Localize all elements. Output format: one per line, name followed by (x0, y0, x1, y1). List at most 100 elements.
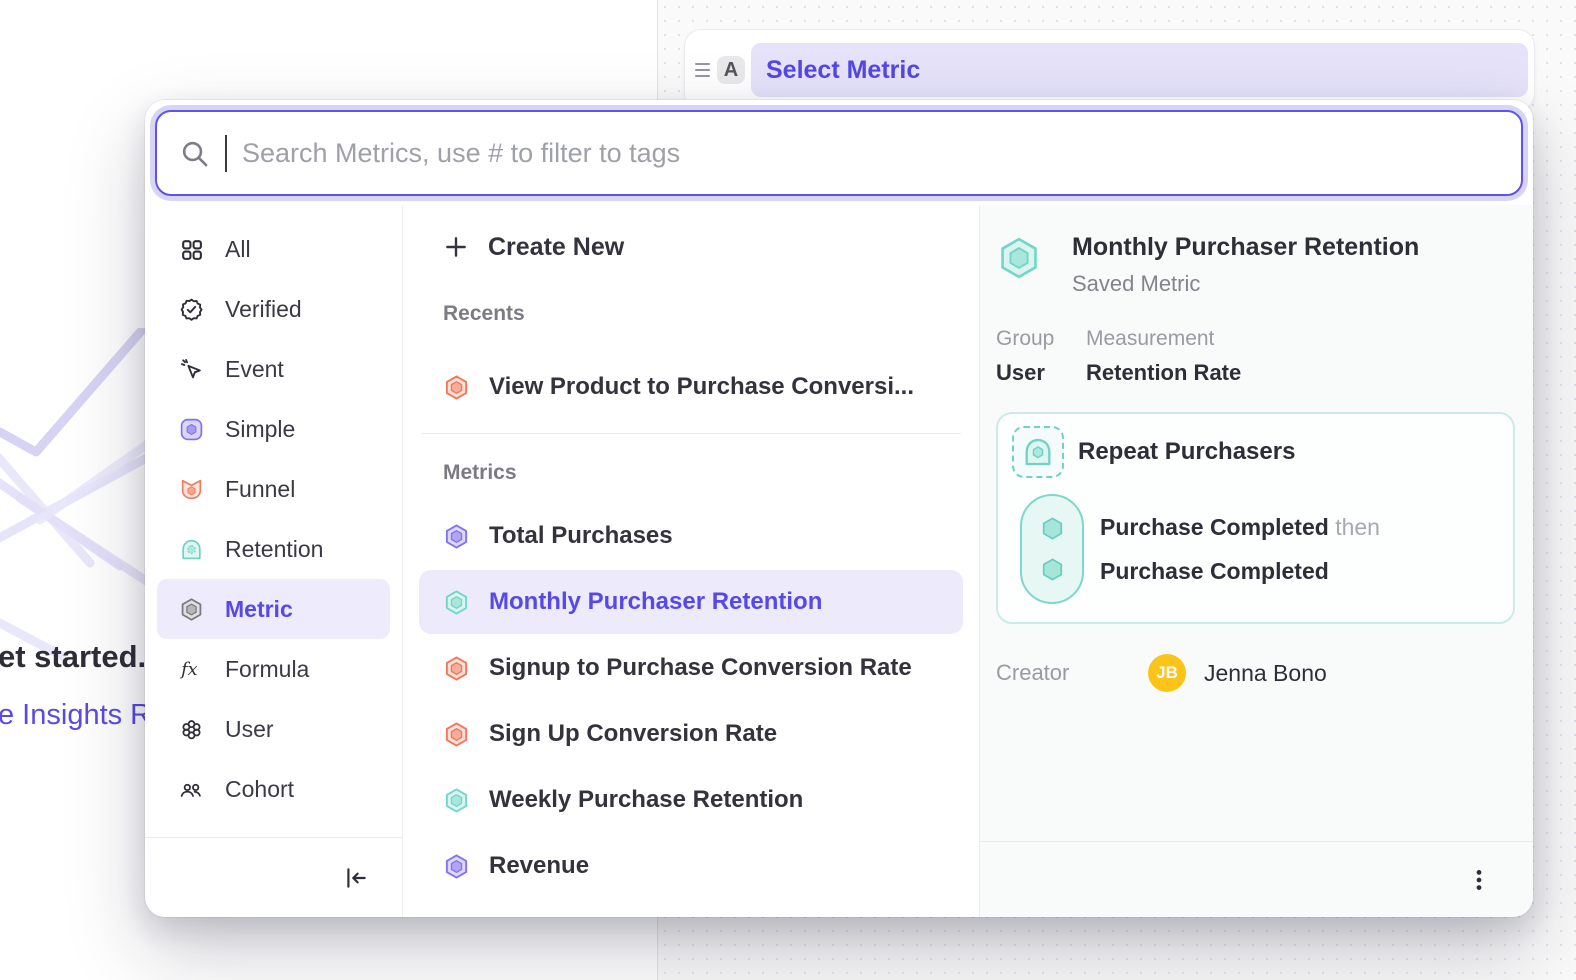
background-headline: et started. (0, 639, 146, 675)
group-label: Group (996, 327, 1062, 351)
search-bar (155, 110, 1523, 196)
metric-item-label: Sign Up Conversion Rate (489, 720, 777, 748)
step-event: Purchase Completed (1100, 514, 1329, 540)
sidebar-footer (145, 837, 402, 917)
sidebar-item-label: Metric (225, 596, 293, 623)
sidebar-item-all[interactable]: All (157, 219, 390, 279)
definition-name: Repeat Purchasers (1078, 438, 1295, 466)
insights-report-link[interactable]: e Insights Re (0, 699, 167, 732)
sidebar-item-retention[interactable]: Retention (157, 519, 390, 579)
sidebar-item-user[interactable]: User (157, 699, 390, 759)
simple-icon (179, 417, 204, 442)
drag-handle-icon[interactable] (689, 63, 715, 77)
sidebar-item-cohort[interactable]: Cohort (157, 759, 390, 819)
hexagon-icon (443, 374, 470, 401)
kebab-icon (1466, 867, 1492, 893)
svg-text:fx: fx (179, 660, 198, 680)
event-icon (179, 357, 204, 382)
plus-icon (443, 234, 469, 260)
step-line: Purchase Completed then (1100, 514, 1380, 541)
metric-list-item[interactable]: Total Purchases (419, 504, 963, 568)
metric-icon (179, 597, 204, 622)
query-builder-card: A Select Metric (685, 30, 1534, 110)
metric-list-column: Create New Recents View Product to Purch… (403, 205, 980, 917)
sidebar-item-label: Verified (225, 296, 302, 323)
creator-label: Creator (996, 660, 1148, 686)
detail-footer (980, 841, 1533, 917)
measurement-label: Measurement (1086, 327, 1241, 351)
hexagon-icon (443, 523, 470, 550)
metric-type-icon (996, 235, 1042, 281)
hexagon-icon (443, 853, 470, 880)
definition-icon (1012, 426, 1064, 478)
hexagon-icon (443, 787, 470, 814)
then-connector: then (1335, 514, 1380, 540)
measurement-value: Retention Rate (1086, 360, 1241, 386)
collapse-sidebar-button[interactable] (338, 860, 374, 896)
sidebar-item-event[interactable]: Event (157, 339, 390, 399)
metric-list-item[interactable]: Sign Up Conversion Rate (419, 702, 963, 766)
funnel-icon (179, 477, 204, 502)
step-hexagon-icon (1039, 556, 1066, 583)
sequence-capsule (1020, 494, 1084, 604)
detail-title: Monthly Purchaser Retention (1072, 233, 1419, 262)
text-cursor (225, 135, 227, 172)
collapse-left-icon (343, 865, 369, 891)
detail-panel: Monthly Purchaser Retention Saved Metric… (980, 205, 1533, 917)
metrics-section-title: Metrics (419, 458, 963, 488)
metric-list: Total Purchases Monthly Purchaser Retent… (419, 504, 963, 898)
sidebar-item-label: User (225, 716, 274, 743)
retention-icon (179, 537, 204, 562)
avatar: JB (1148, 654, 1186, 692)
detail-header: Monthly Purchaser Retention Saved Metric (996, 233, 1517, 297)
recent-item-label: View Product to Purchase Conversi... (489, 373, 914, 401)
sidebar-item-label: Retention (225, 536, 323, 563)
category-sidebar: All Verified Event (145, 205, 403, 917)
sidebar-item-label: All (225, 236, 251, 263)
metric-list-item-selected[interactable]: Monthly Purchaser Retention (419, 570, 963, 634)
sidebar-item-funnel[interactable]: Funnel (157, 459, 390, 519)
sidebar-item-simple[interactable]: Simple (157, 399, 390, 459)
metric-item-label: Total Purchases (489, 522, 673, 550)
sidebar-item-label: Simple (225, 416, 295, 443)
select-metric-pill[interactable]: Select Metric (751, 43, 1528, 97)
recents-section-title: Recents (419, 299, 963, 329)
sidebar-item-label: Formula (225, 656, 309, 683)
create-new-button[interactable]: Create New (419, 219, 963, 275)
detail-properties: Group User Measurement Retention Rate (996, 327, 1517, 386)
sidebar-item-label: Event (225, 356, 284, 383)
metric-picker-modal: All Verified Event (145, 100, 1533, 917)
grid-icon (179, 237, 204, 262)
cohort-icon (179, 777, 204, 802)
recent-item[interactable]: View Product to Purchase Conversi... (419, 355, 963, 419)
metric-item-label: Weekly Purchase Retention (489, 786, 803, 814)
hexagon-icon (443, 655, 470, 682)
step-hexagon-icon (1039, 515, 1066, 542)
detail-subtitle: Saved Metric (1072, 271, 1419, 297)
create-new-label: Create New (488, 233, 624, 262)
more-options-button[interactable] (1461, 862, 1497, 898)
sidebar-item-label: Funnel (225, 476, 295, 503)
metric-item-label: Revenue (489, 852, 589, 880)
metric-list-item[interactable]: Signup to Purchase Conversion Rate (419, 636, 963, 700)
formula-icon: fx (179, 657, 204, 682)
hexagon-icon (443, 721, 470, 748)
creator-name: Jenna Bono (1204, 660, 1327, 687)
row-label-badge[interactable]: A (717, 56, 745, 84)
group-value: User (996, 360, 1062, 386)
step-line: Purchase Completed (1100, 558, 1380, 585)
step-event: Purchase Completed (1100, 558, 1329, 584)
sidebar-item-metric[interactable]: Metric (157, 579, 390, 639)
select-metric-label: Select Metric (766, 56, 920, 85)
sidebar-item-verified[interactable]: Verified (157, 279, 390, 339)
metric-item-label: Monthly Purchaser Retention (489, 588, 822, 616)
verified-icon (179, 297, 204, 322)
metric-list-item[interactable]: Weekly Purchase Retention (419, 768, 963, 832)
search-input[interactable] (242, 138, 1499, 169)
metric-list-item[interactable]: Revenue (419, 834, 963, 898)
hexagon-icon (443, 589, 470, 616)
sidebar-item-formula[interactable]: fx Formula (157, 639, 390, 699)
user-icon (179, 717, 204, 742)
definition-card: Repeat Purchasers (996, 412, 1515, 624)
search-icon (179, 138, 210, 169)
